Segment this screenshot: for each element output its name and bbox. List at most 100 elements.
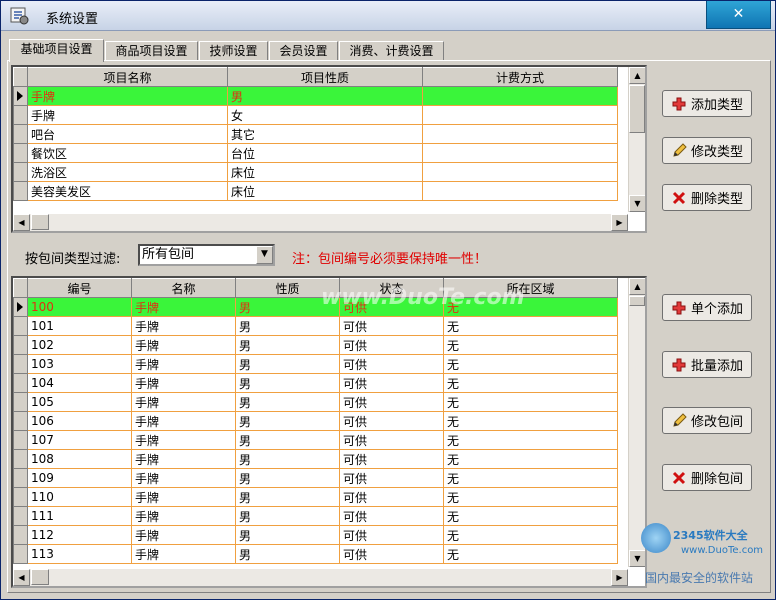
delete-room-button[interactable]: 删除包间 — [662, 464, 752, 491]
table-cell[interactable] — [422, 124, 618, 144]
table-row[interactable]: 103 手牌男可供无 — [13, 354, 618, 374]
row-indicator[interactable] — [13, 468, 28, 488]
scroll-left-icon[interactable]: ◀ — [13, 569, 30, 586]
table-row[interactable]: 111 手牌男可供无 — [13, 506, 618, 526]
table-cell[interactable]: 无 — [443, 373, 618, 393]
tab-billing[interactable]: 消费、计费设置 — [339, 41, 444, 61]
table-cell[interactable]: 可供 — [339, 487, 444, 507]
table-cell[interactable]: 男 — [235, 430, 340, 450]
table-row[interactable]: 美容美发区 床位 — [13, 181, 618, 201]
table-cell[interactable]: 无 — [443, 449, 618, 469]
scroll-thumb[interactable] — [31, 569, 49, 585]
column-header[interactable]: 计费方式 — [422, 67, 618, 87]
table-cell[interactable]: 台位 — [227, 143, 423, 163]
table-cell[interactable]: 无 — [443, 411, 618, 431]
table-cell[interactable]: 男 — [235, 373, 340, 393]
table-cell[interactable]: 床位 — [227, 181, 423, 201]
table-cell[interactable]: 男 — [235, 525, 340, 545]
table-cell[interactable]: 男 — [235, 411, 340, 431]
table-row[interactable]: 106 手牌男可供无 — [13, 411, 618, 431]
table-row[interactable]: 104 手牌男可供无 — [13, 373, 618, 393]
table-cell[interactable]: 可供 — [339, 411, 444, 431]
column-header[interactable]: 项目名称 — [27, 67, 228, 87]
table-cell[interactable]: 手牌 — [27, 105, 228, 125]
table-cell[interactable]: 洗浴区 — [27, 162, 228, 182]
table-cell[interactable]: 手牌 — [131, 354, 236, 374]
table-cell[interactable]: 餐饮区 — [27, 143, 228, 163]
table-cell[interactable]: 手牌 — [131, 430, 236, 450]
row-indicator[interactable] — [13, 430, 28, 450]
table-cell[interactable]: 可供 — [339, 373, 444, 393]
table-cell[interactable]: 103 — [27, 354, 132, 374]
table-row[interactable]: 手牌男 — [13, 86, 618, 106]
table-cell[interactable]: 男 — [235, 392, 340, 412]
table-cell[interactable]: 可供 — [339, 354, 444, 374]
table-cell[interactable]: 可供 — [339, 392, 444, 412]
table-row[interactable]: 105 手牌男可供无 — [13, 392, 618, 412]
table-cell[interactable]: 111 — [27, 506, 132, 526]
row-indicator[interactable] — [13, 525, 28, 545]
row-indicator[interactable] — [13, 297, 28, 317]
table-row[interactable]: 113 手牌男可供无 — [13, 544, 618, 564]
table-cell[interactable]: 手牌 — [131, 468, 236, 488]
table-cell[interactable]: 手牌 — [131, 506, 236, 526]
table-cell[interactable]: 102 — [27, 335, 132, 355]
table-cell[interactable]: 男 — [235, 506, 340, 526]
table-cell[interactable]: 男 — [235, 544, 340, 564]
scroll-up-icon[interactable]: ▲ — [629, 67, 645, 84]
row-indicator[interactable] — [13, 354, 28, 374]
table-cell[interactable] — [422, 86, 618, 106]
row-indicator[interactable] — [13, 124, 28, 144]
room-type-filter-select[interactable]: 所有包间 ▼ — [138, 244, 275, 266]
table-row[interactable]: 洗浴区 床位 — [13, 162, 618, 182]
table-cell[interactable]: 手牌 — [131, 487, 236, 507]
batch-add-button[interactable]: 批量添加 — [662, 351, 752, 378]
row-indicator[interactable] — [13, 335, 28, 355]
table-cell[interactable]: 105 — [27, 392, 132, 412]
row-indicator[interactable] — [13, 411, 28, 431]
room-grid[interactable]: 编号 名称 性质 状态 所在区域 100 手牌男可供无 101 手牌男可供无 102 手牌… — [11, 276, 647, 588]
table-cell[interactable]: 无 — [443, 392, 618, 412]
table-cell[interactable]: 113 — [27, 544, 132, 564]
table-cell[interactable]: 吧台 — [27, 124, 228, 144]
table-cell[interactable]: 手牌 — [131, 297, 236, 317]
table-cell[interactable]: 手牌 — [131, 373, 236, 393]
table-cell[interactable]: 112 — [27, 525, 132, 545]
table-cell[interactable]: 男 — [235, 468, 340, 488]
table-cell[interactable]: 106 — [27, 411, 132, 431]
row-indicator[interactable] — [13, 143, 28, 163]
table-cell[interactable] — [422, 181, 618, 201]
table-cell[interactable]: 无 — [443, 468, 618, 488]
row-indicator[interactable] — [13, 181, 28, 201]
table-cell[interactable]: 手牌 — [131, 544, 236, 564]
close-button[interactable]: ✕ — [706, 1, 771, 29]
table-cell[interactable]: 手牌 — [131, 449, 236, 469]
column-header[interactable]: 编号 — [27, 278, 132, 298]
single-add-button[interactable]: 单个添加 — [662, 294, 752, 321]
add-type-button[interactable]: 添加类型 — [662, 90, 752, 117]
column-header[interactable]: 项目性质 — [227, 67, 423, 87]
scroll-thumb[interactable] — [31, 214, 49, 230]
table-cell[interactable]: 可供 — [339, 316, 444, 336]
table-cell[interactable]: 无 — [443, 525, 618, 545]
table-cell[interactable]: 无 — [443, 430, 618, 450]
scroll-right-icon[interactable]: ▶ — [611, 569, 628, 586]
type-grid-vertical-scrollbar[interactable]: ▲ ▼ — [628, 67, 645, 212]
table-cell[interactable] — [422, 162, 618, 182]
table-row[interactable]: 102 手牌男可供无 — [13, 335, 618, 355]
table-cell[interactable]: 手牌 — [27, 86, 228, 106]
tab-technician[interactable]: 技师设置 — [199, 41, 268, 61]
table-row[interactable]: 109 手牌男可供无 — [13, 468, 618, 488]
table-cell[interactable]: 无 — [443, 335, 618, 355]
edit-type-button[interactable]: 修改类型 — [662, 137, 752, 164]
table-cell[interactable]: 可供 — [339, 449, 444, 469]
scroll-left-icon[interactable]: ◀ — [13, 214, 30, 231]
row-indicator[interactable] — [13, 392, 28, 412]
table-row[interactable]: 107 手牌男可供无 — [13, 430, 618, 450]
table-row[interactable]: 100 手牌男可供无 — [13, 297, 618, 317]
table-cell[interactable]: 107 — [27, 430, 132, 450]
row-indicator[interactable] — [13, 544, 28, 564]
scroll-thumb[interactable] — [629, 85, 645, 133]
table-cell[interactable]: 101 — [27, 316, 132, 336]
table-cell[interactable]: 手牌 — [131, 335, 236, 355]
